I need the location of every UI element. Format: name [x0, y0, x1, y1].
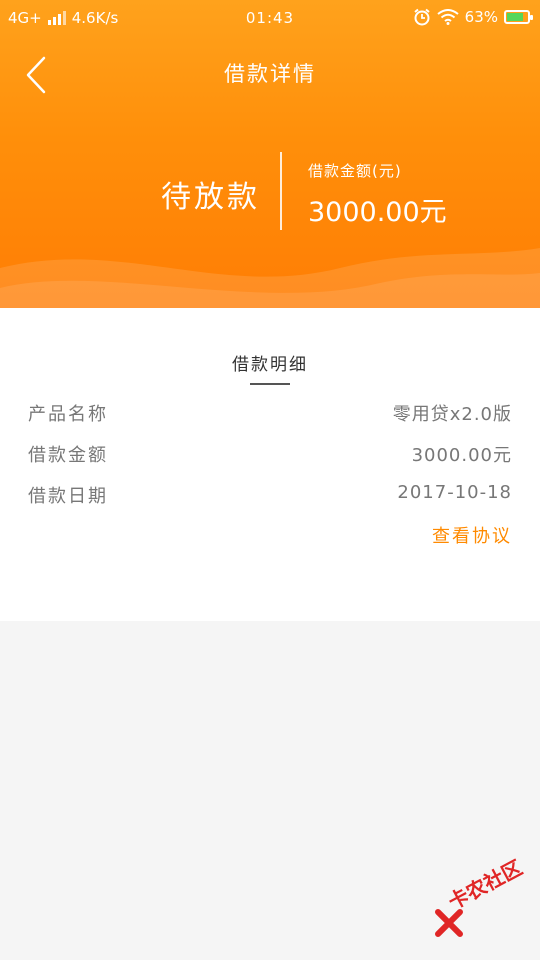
watermark-text: 卡农社区 [444, 855, 527, 915]
wifi-icon [437, 9, 459, 25]
row-label: 产品名称 [28, 404, 108, 425]
amount-label: 借款金额(元) [308, 162, 402, 180]
amount-value: 3000.00元 [308, 197, 447, 228]
row-value: 2017-10-18 [397, 482, 512, 503]
status-bar: 4G+ 4.6K/s 01:43 63% [0, 0, 540, 36]
title-underline [250, 383, 290, 385]
battery-icon [504, 10, 533, 24]
battery-percent: 63% [464, 8, 498, 26]
row-value: 零用贷x2.0版 [392, 404, 512, 425]
detail-row-product: 产品名称 零用贷x2.0版 [28, 400, 512, 426]
section-title: 借款明细 [232, 355, 308, 375]
page-title: 借款详情 [224, 62, 316, 86]
watermark: 卡农社区 [430, 855, 540, 942]
alarm-icon [414, 8, 430, 26]
row-label: 借款金额 [28, 445, 108, 466]
loan-detail-card: 借款明细 产品名称 零用贷x2.0版 借款金额 3000.00元 借款日期 20… [0, 308, 540, 621]
view-agreement-link[interactable]: 查看协议 [432, 522, 512, 548]
wave-decoration [0, 248, 540, 308]
loan-status: 待放款 [161, 180, 260, 215]
detail-row-date: 借款日期 2017-10-18 [28, 482, 512, 508]
row-label: 借款日期 [28, 486, 108, 507]
summary-divider [280, 152, 282, 230]
detail-row-amount: 借款金额 3000.00元 [28, 441, 512, 467]
header-banner [0, 0, 540, 308]
row-value: 3000.00元 [411, 445, 512, 466]
